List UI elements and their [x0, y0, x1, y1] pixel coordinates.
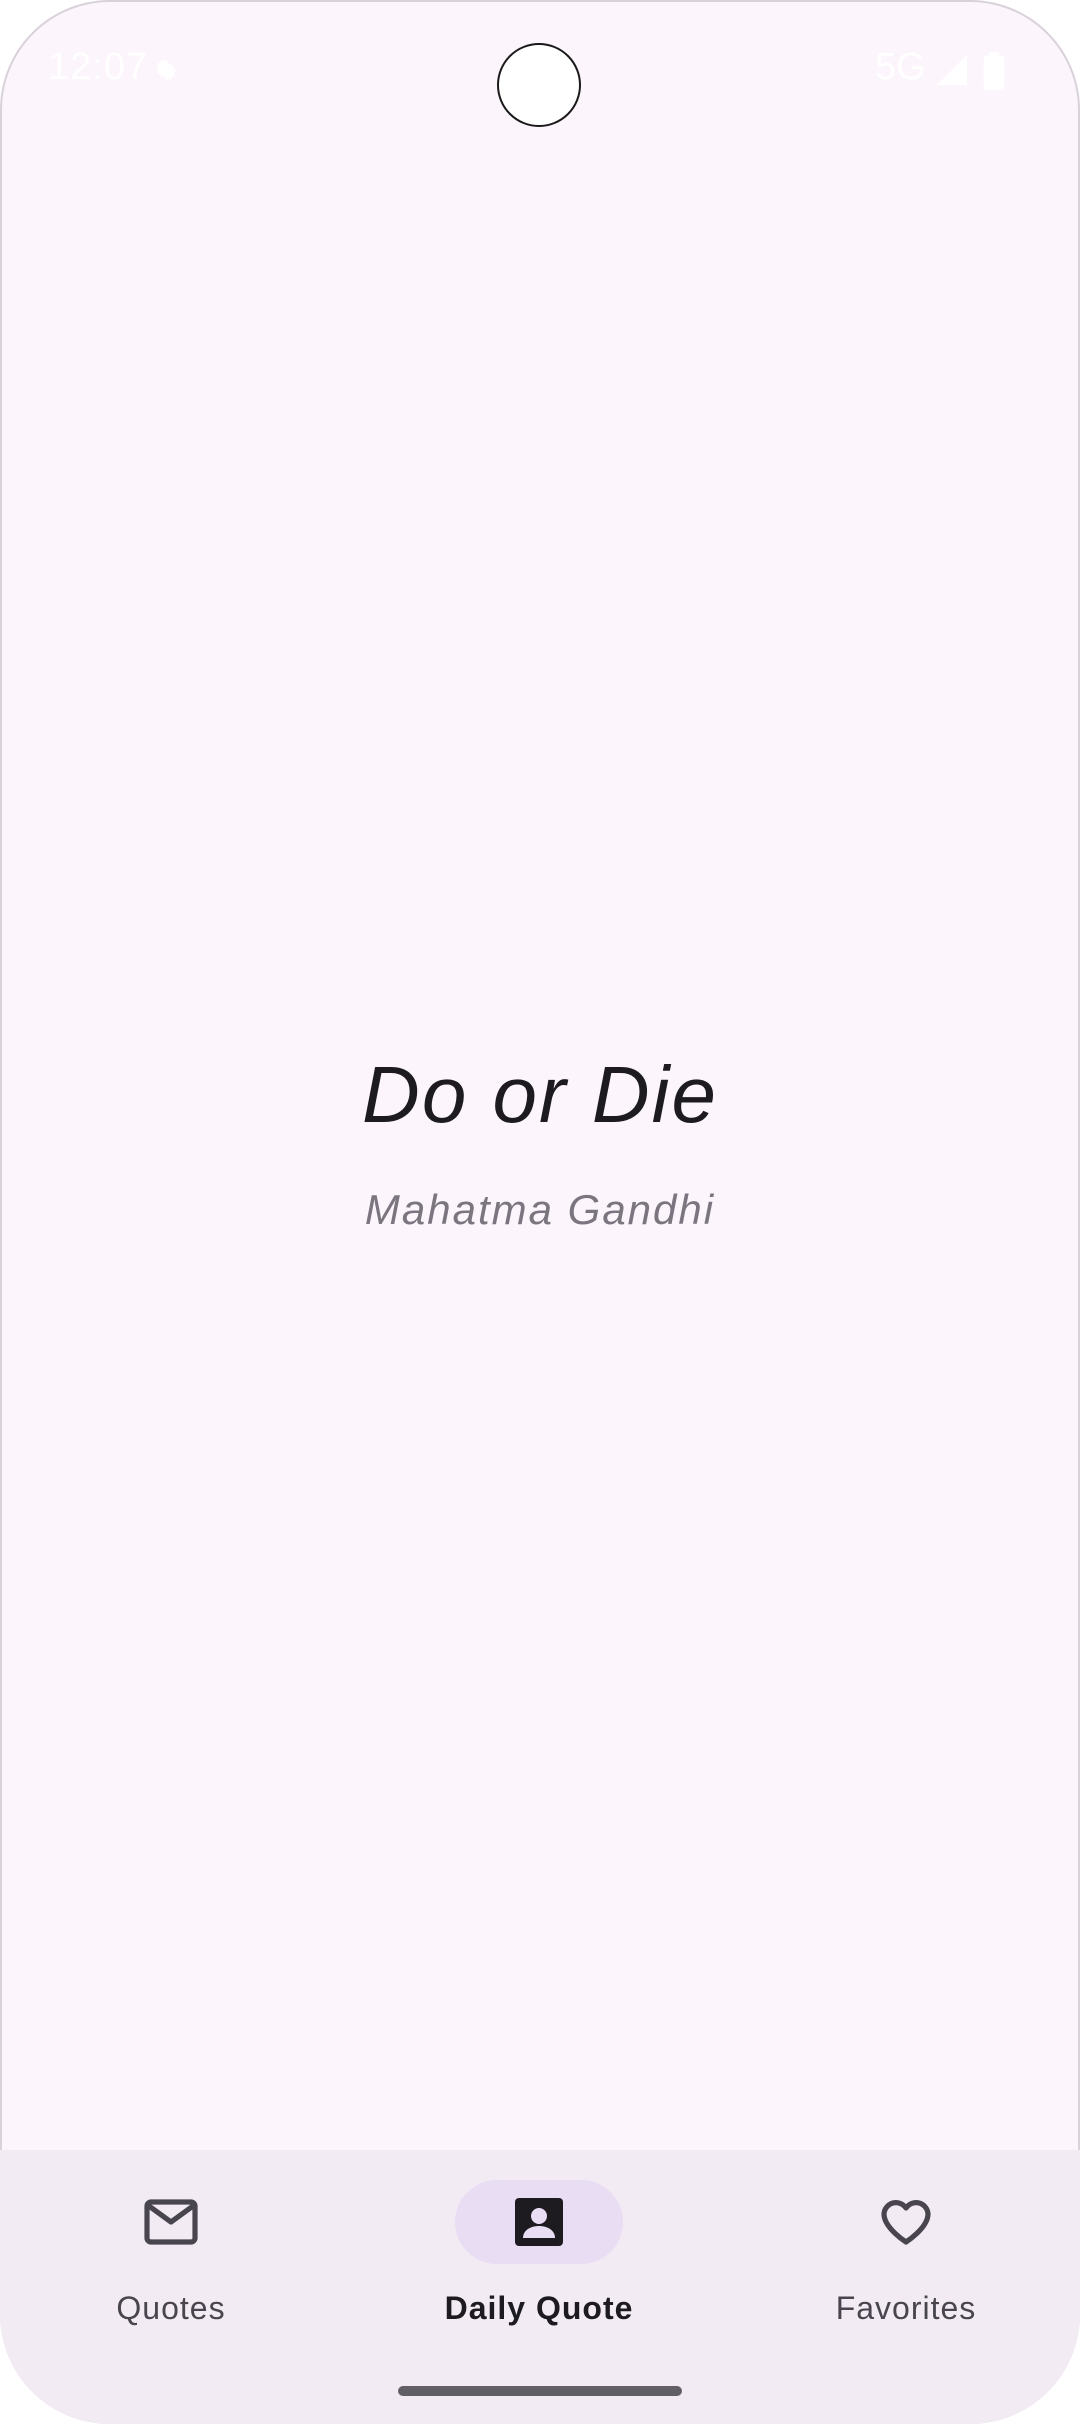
quote-author: Mahatma Gandhi: [364, 1186, 716, 1233]
signal-icon: [937, 55, 967, 85]
home-indicator[interactable]: [398, 2386, 682, 2396]
nav-item-favorites[interactable]: Favorites: [756, 2180, 1056, 2360]
camera-cutout: [497, 43, 581, 127]
mail-icon: [144, 2199, 198, 2245]
network-type: 5G: [875, 46, 926, 88]
quote-text: Do or Die: [362, 1050, 718, 1139]
heart-outline-icon: [881, 2200, 931, 2245]
account-box-icon: [515, 2198, 563, 2246]
status-time: 12:07: [48, 46, 149, 88]
daily-quote-card: Do or Die Mahatma Gandhi: [0, 1030, 1080, 1234]
bottom-navigation-bar: Quotes Daily Quote Favorites: [0, 2150, 1080, 2424]
nav-item-daily-quote[interactable]: Daily Quote: [389, 2180, 689, 2360]
settings-icon: [155, 59, 177, 81]
nav-label-daily-quote: Daily Quote: [444, 2290, 634, 2326]
nav-item-quotes[interactable]: Quotes: [21, 2180, 321, 2360]
app-screen: 12:07 5G Do or Die Mahatma Gandhi Quotes: [0, 0, 1080, 2424]
status-bar: 12:07 5G: [0, 0, 1080, 140]
nav-label-favorites: Favorites: [835, 2290, 977, 2326]
nav-label-quotes: Quotes: [116, 2290, 226, 2326]
battery-icon: [983, 52, 1005, 90]
